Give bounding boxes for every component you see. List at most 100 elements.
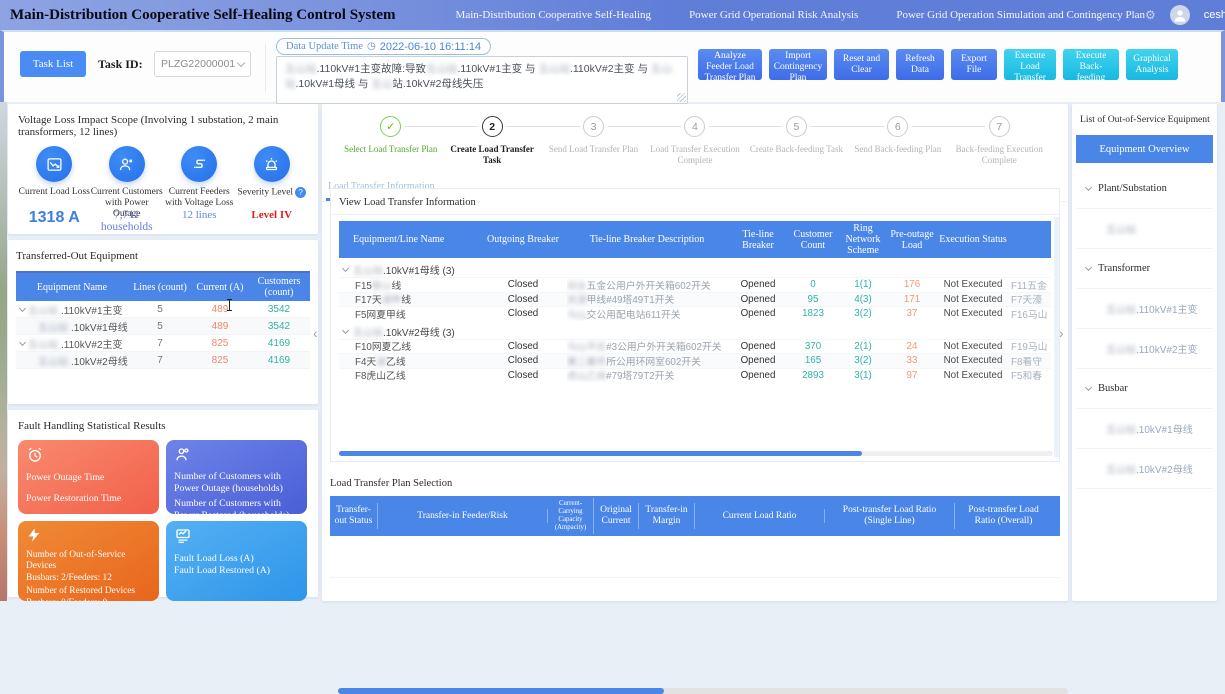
plan-table-empty-body <box>330 536 1060 578</box>
scrollbar-thumb[interactable] <box>338 688 664 694</box>
execute-load-transfer-button[interactable]: Execute Load Transfer <box>1004 49 1056 80</box>
table-row[interactable]: F8虎山乙线 Closed 虎山乙线#79塔79T2开关 Opened 2893… <box>339 368 1051 383</box>
username: ceshi <box>1204 9 1225 21</box>
step-create-task[interactable]: 2 Create Load Transfer Task <box>441 116 542 166</box>
chevron-down-icon <box>237 58 245 66</box>
load-panel-icon <box>174 527 299 550</box>
step-backfeed-complete[interactable]: 7 Back-feeding Execution Complete <box>949 116 1050 166</box>
avatar[interactable] <box>1170 5 1190 25</box>
caret-down-icon <box>1085 384 1092 391</box>
toolbar-divider <box>265 44 266 92</box>
gear-icon[interactable]: ⚙ <box>1145 8 1156 22</box>
caret-down-icon <box>1085 184 1092 191</box>
plan-table-header: Transfer-out Status Transfer-in Feeder/R… <box>330 496 1060 536</box>
lightning-bolt-icon <box>26 527 151 548</box>
stat-line: Power Outage Time <box>26 472 151 484</box>
textarea-resize-handle[interactable] <box>677 93 686 102</box>
top-nav: Main-Distribution Cooperative Self-Heali… <box>456 9 1145 21</box>
tree-item-busbar-2[interactable]: 五山站.10kV#2母线 <box>1076 449 1213 489</box>
expand-right-panel-icon[interactable]: › <box>1059 325 1064 341</box>
impact-title: Voltage Loss Impact Scope (Involving 1 s… <box>18 114 308 138</box>
horizontal-scrollbar-bottom[interactable] <box>338 688 1068 694</box>
step-send-plan[interactable]: 3 Send Load Transfer Plan <box>543 116 644 166</box>
table-row[interactable]: F5网夏甲线 Closed 乌山交公用配电站611开关 Opened 1823 … <box>339 306 1051 321</box>
tree-section-substation[interactable]: Plant/Substation <box>1076 169 1213 209</box>
table-row[interactable]: 五山站.10kV#2母线 7 825 4169 <box>16 352 310 369</box>
stat-line: Fault Load Loss (A) <box>174 553 299 565</box>
nav-item-self-healing[interactable]: Main-Distribution Cooperative Self-Heali… <box>456 9 652 21</box>
severity-siren-icon <box>254 146 290 182</box>
transferred-table: Equipment Name Lines (count) Current (A)… <box>16 271 310 369</box>
data-update-time-pill: Data Update Time ◷ 2022-06-10 16:11:14 <box>276 38 491 55</box>
reset-and-clear-button[interactable]: Reset and Clear <box>834 49 889 80</box>
stat-customers-outage: Current Customers with Power Outage 7,71… <box>91 146 164 233</box>
graphical-analysis-button[interactable]: Graphical Analysis <box>1126 49 1178 80</box>
refresh-data-button[interactable]: Refresh Data <box>896 49 944 80</box>
nav-item-risk-analysis[interactable]: Power Grid Operational Risk Analysis <box>689 9 858 21</box>
clock-icon: ◷ <box>367 41 376 52</box>
table-row[interactable]: F4天湖乙线 Closed 第二春华所公用环网室602开关 Opened 165… <box>339 353 1051 368</box>
stat-feeders-voltage-loss: Current Feeders with Voltage Loss 12 lin… <box>163 146 236 233</box>
stat-line: Number of Customers with Power Outage (h… <box>174 471 299 495</box>
collapse-left-panel-icon[interactable]: ‹ <box>313 325 318 341</box>
col-customer-count: Customer Count <box>789 227 837 253</box>
analyze-feeder-plan-button[interactable]: Analyze Feeder Load Transfer Plan <box>698 49 762 80</box>
tree-section-busbar[interactable]: Busbar <box>1076 369 1213 409</box>
equipment-tree: Plant/Substation 五山站 Transformer 五山站.110… <box>1076 169 1213 489</box>
group-row-busbar2[interactable]: 五山站.10kV#2母线 (3) <box>339 324 1051 339</box>
help-icon[interactable]: ? <box>295 187 306 198</box>
step-transfer-complete[interactable]: 4 Load Transfer Execution Complete <box>644 116 745 166</box>
caret-down-icon[interactable] <box>19 338 26 345</box>
task-list-button[interactable]: Task List <box>20 51 86 77</box>
fault-description-textarea[interactable]: 五山站.110kV#1主变故障:导致五山站.110kV#1主变 与 五山站.11… <box>276 56 688 104</box>
col-customers-count: Customers (count) <box>248 274 310 300</box>
text-cursor <box>229 299 230 311</box>
import-contingency-plan-button[interactable]: Import Contingency Plan <box>769 49 827 80</box>
transferred-out-equipment-card: Transferred-Out Equipment Equipment Name… <box>8 240 318 404</box>
col-equipment-name: Equipment Name <box>16 280 128 295</box>
toolbar: Task List Task ID: PLZG22000001 Data Upd… <box>0 30 1225 102</box>
scrollbar-thumb[interactable] <box>339 451 862 456</box>
tree-item-busbar-1[interactable]: 五山站.10kV#1母线 <box>1076 409 1213 449</box>
export-file-button[interactable]: Export File <box>951 49 997 80</box>
caret-down-icon[interactable] <box>342 265 349 272</box>
col-outgoing-breaker: Outgoing Breaker <box>479 232 567 247</box>
table-row[interactable]: 五山站.110kV#2主变 7 825 4169 <box>16 335 310 352</box>
fault-text: .110kV#2主变 与 <box>570 63 651 75</box>
equipment-overview-button[interactable]: Equipment Overview <box>1076 135 1213 163</box>
tree-item-transformer-1[interactable]: 五山站.110kV#1主变 <box>1076 289 1213 329</box>
caret-down-icon[interactable] <box>342 326 349 333</box>
customers-icon <box>174 446 299 469</box>
transferred-table-header: Equipment Name Lines (count) Current (A)… <box>16 271 310 301</box>
step-select-plan[interactable]: ✓ Select Load Transfer Plan <box>340 116 441 166</box>
group-row-busbar1[interactable]: 五山站.10kV#1母线 (3) <box>339 262 1051 277</box>
nav-item-simulation-plan[interactable]: Power Grid Operation Simulation and Cont… <box>896 9 1145 21</box>
table-row[interactable]: F10网夏乙线 Closed 乌山平庄#3公用户外开关箱602开关 Opened… <box>339 339 1051 354</box>
fault-load-card: Fault Load Loss (A) Fault Load Restored … <box>166 521 307 601</box>
task-id-value: PLZG22000001 <box>161 58 238 70</box>
tree-item-station[interactable]: 五山站 <box>1076 209 1213 249</box>
task-id-select[interactable]: PLZG22000001 <box>154 51 251 77</box>
out-of-service-title: List of Out-of-Service Equipment <box>1076 112 1213 135</box>
execute-back-feeding-button[interactable]: Execute Back-feeding <box>1063 49 1119 80</box>
caret-down-icon[interactable] <box>19 304 26 311</box>
table-row[interactable]: F17天湖甲线 Closed 天湖甲线#49塔49T1开关 Opened 95 … <box>339 292 1051 307</box>
table-row[interactable]: 五山站.110kV#1主变 5 489 3542 <box>16 301 310 318</box>
load-transfer-table: Equipment/Line Name Outgoing Breaker Tie… <box>339 221 1051 382</box>
table-row[interactable]: 五山站.10kV#1母线 5 489 3542 <box>16 318 310 335</box>
tree-section-transformer[interactable]: Transformer <box>1076 249 1213 289</box>
step-send-backfeed-plan[interactable]: 6 Send Back-feeding Plan <box>847 116 948 166</box>
stat-label: Current Customers with Power Outage <box>91 187 164 209</box>
tree-item-transformer-2[interactable]: 五山站.110kV#2主变 <box>1076 329 1213 369</box>
redacted-station: 五山站 <box>285 63 317 75</box>
stat-line: Number of Restored Devices <box>26 586 151 597</box>
feeder-line-icon <box>181 146 217 182</box>
stat-severity-level: Severity Level? Level IV <box>236 146 309 233</box>
col-equipment-line-name: Equipment/Line Name <box>339 232 479 247</box>
step-create-backfeed-task[interactable]: 5 Create Back-feeding Task <box>746 116 847 166</box>
col-post-transfer-ratio-single: Post-transfer Load Ratio (Single Line) <box>825 503 955 529</box>
table-row[interactable]: F15联山线 Closed 创业五金公用户外开关箱602开关 Opened 0 … <box>339 277 1051 292</box>
stat-value: 12 lines <box>182 209 217 221</box>
col-original-current: Original Current <box>594 503 639 529</box>
horizontal-scrollbar[interactable] <box>339 451 1053 456</box>
